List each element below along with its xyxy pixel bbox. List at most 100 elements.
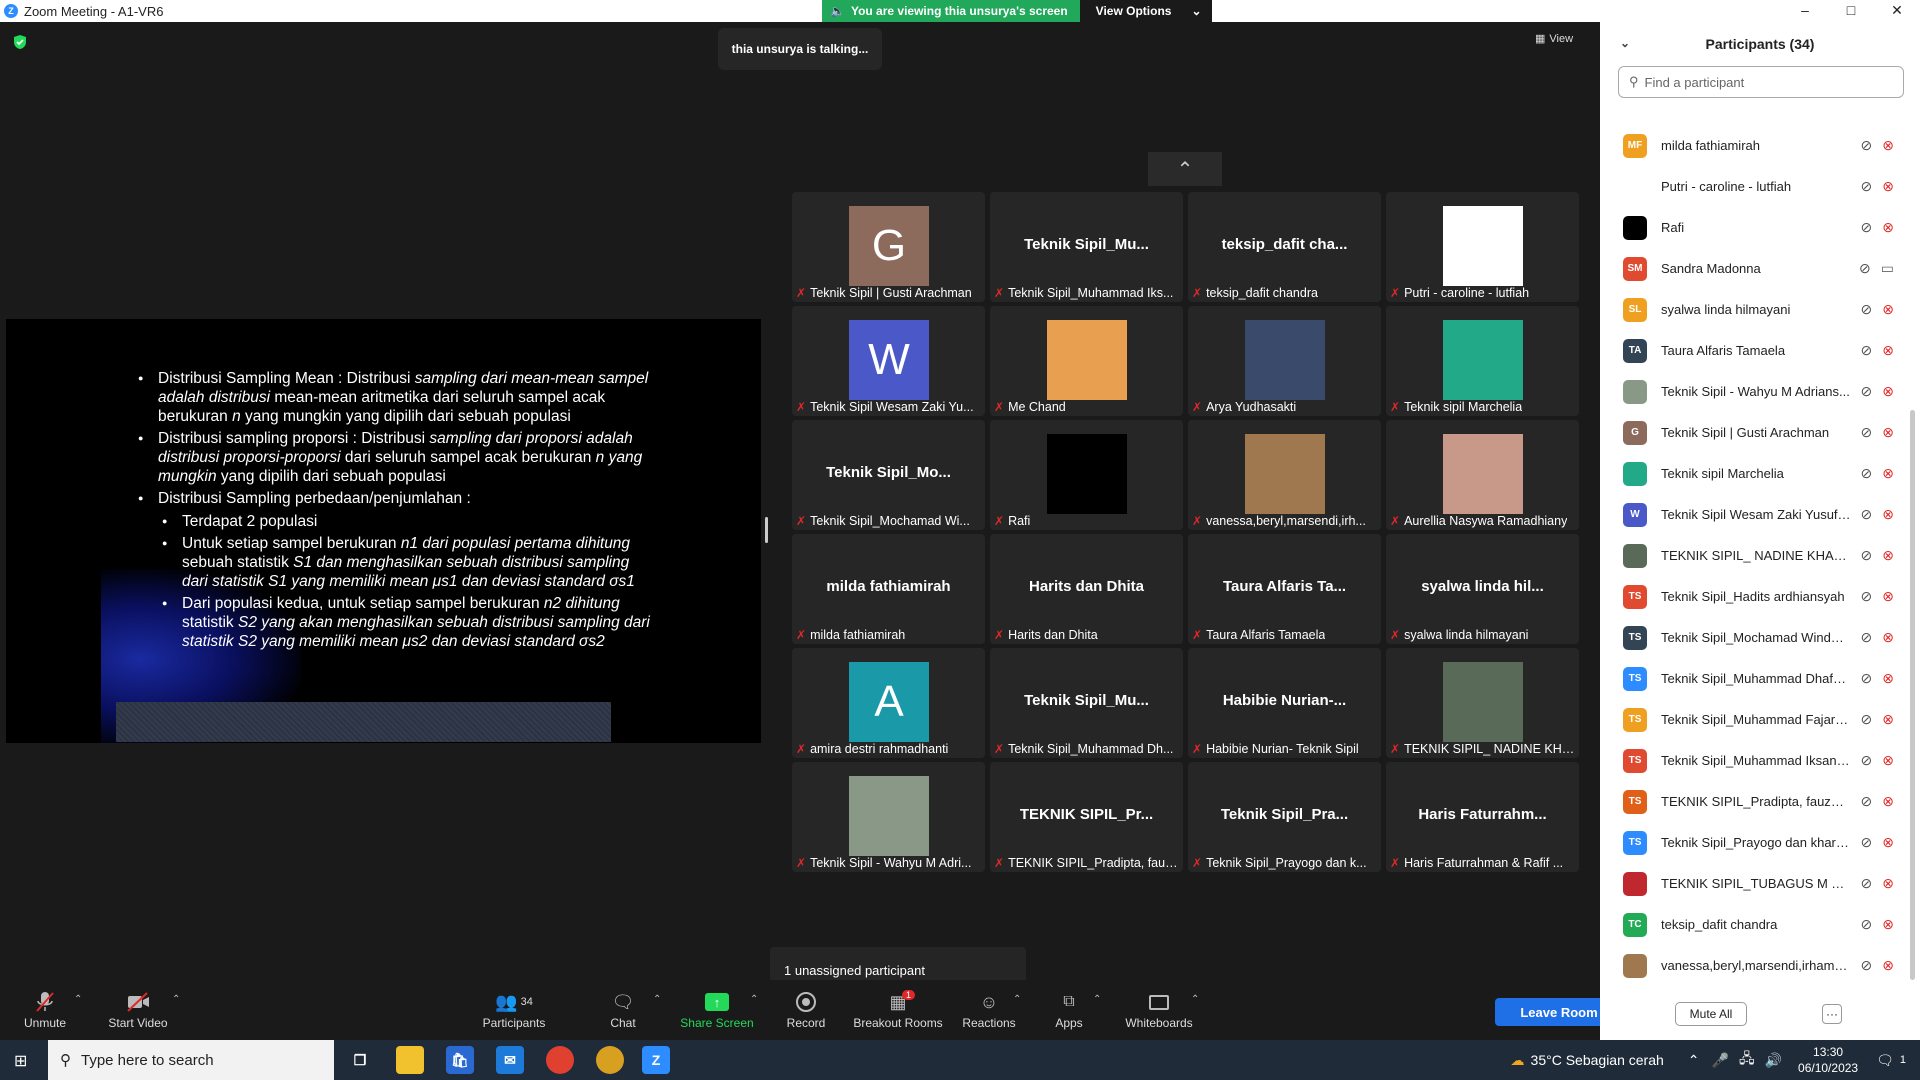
chrome-icon[interactable]: [546, 1046, 574, 1074]
video-tile[interactable]: ✗ Aurellia Nasywa Ramadhiany: [1386, 420, 1579, 530]
more-options-button[interactable]: ···: [1822, 1004, 1842, 1024]
file-explorer-icon[interactable]: [396, 1046, 424, 1074]
minimize-button[interactable]: –: [1782, 0, 1828, 22]
start-video-button[interactable]: Start Video: [106, 990, 170, 1030]
unmute-button[interactable]: Unmute: [22, 990, 68, 1030]
participants-button[interactable]: 👥 34 Participants: [478, 990, 550, 1031]
notification-icon[interactable]: 🗨: [1876, 1052, 1894, 1069]
participant-row[interactable]: TS TEKNIK SIPIL_Pradipta, fauzan, ... ⊘ ⊗: [1600, 781, 1906, 822]
video-off-icon: ⊗: [1882, 670, 1894, 686]
show-hidden-icons-icon[interactable]: ⌃: [1688, 1052, 1700, 1069]
participant-row[interactable]: Putri - caroline - lutfiah ⊘ ⊗: [1600, 166, 1906, 207]
video-tile[interactable]: TEKNIK SIPIL_Pr... ✗ TEKNIK SIPIL_Pradipta…: [990, 762, 1183, 872]
video-tile[interactable]: ✗ Teknik Sipil - Wahyu M Adri...: [792, 762, 985, 872]
participant-search-input[interactable]: ⚲ Find a participant: [1618, 66, 1904, 98]
video-tile[interactable]: A ✗ amira destri rahmadhanti: [792, 648, 985, 758]
video-tile[interactable]: Habibie Nurian-... ✗ Habibie Nurian- Tekni…: [1188, 648, 1381, 758]
participant-row[interactable]: TS Teknik Sipil_Muhammad Fajar_FT ⊘ ⊗: [1600, 699, 1906, 740]
participant-row[interactable]: SL syalwa linda hilmayani ⊘ ⊗: [1600, 289, 1906, 330]
participant-status-icons: ⊘ ⊗: [1861, 834, 1894, 851]
view-options-button[interactable]: View Options ⌄: [1079, 0, 1212, 22]
participant-row[interactable]: Teknik sipil Marchelia ⊘ ⊗: [1600, 453, 1906, 494]
video-tile[interactable]: ✗ Me Chand: [990, 306, 1183, 416]
store-icon[interactable]: 🛍: [446, 1046, 474, 1074]
muted-mic-icon: ⊘: [1860, 629, 1873, 645]
video-tile[interactable]: Teknik Sipil_Mu... ✗ Teknik Sipil_Muhammad…: [990, 648, 1183, 758]
weather-text[interactable]: 35°C Sebagian cerah: [1531, 1052, 1664, 1068]
chat-button[interactable]: 🗨 Chat: [605, 990, 641, 1031]
participant-row[interactable]: vanessa,beryl,marsendi,irham,jati ⊘ ⊗: [1600, 945, 1906, 986]
participant-row[interactable]: TS Teknik Sipil_Muhammad Iksan ... ⊘ ⊗: [1600, 740, 1906, 781]
video-tile[interactable]: ✗ Teknik sipil Marchelia: [1386, 306, 1579, 416]
windows-start-icon[interactable]: ⊞: [14, 1051, 27, 1071]
participant-row[interactable]: SM Sandra Madonna ⊘ ▭: [1600, 248, 1906, 289]
video-tile[interactable]: ✗ Arya Yudhasakti: [1188, 306, 1381, 416]
apps-options-caret[interactable]: ⌃: [1093, 994, 1101, 1005]
participant-row[interactable]: TS Teknik Sipil_Mochamad Windu ... ⊘ ⊗: [1600, 617, 1906, 658]
zoom-taskbar-icon[interactable]: Z: [642, 1046, 670, 1074]
split-view-handle[interactable]: [765, 517, 768, 543]
participant-row[interactable]: Rafi ⊘ ⊗: [1600, 207, 1906, 248]
audio-options-caret[interactable]: ⌃: [74, 994, 82, 1005]
mute-all-button[interactable]: Mute All: [1675, 1002, 1747, 1026]
participant-name: TEKNIK SIPIL_ NADINE KHANSA: [1661, 548, 1851, 563]
video-tile[interactable]: ✗ vanessa,beryl,marsendi,irh...: [1188, 420, 1381, 530]
participant-list-scrollbar[interactable]: [1910, 410, 1915, 980]
reactions-options-caret[interactable]: ⌃: [1013, 994, 1021, 1005]
video-tile[interactable]: ✗ TEKNIK SIPIL_ NADINE KHA...: [1386, 648, 1579, 758]
volume-icon[interactable]: 🔊: [1765, 1052, 1782, 1069]
whiteboards-options-caret[interactable]: ⌃: [1191, 994, 1199, 1005]
network-icon[interactable]: 🖧: [1739, 1048, 1755, 1072]
share-screen-button[interactable]: ↑ Share Screen: [680, 990, 754, 1030]
participant-row[interactable]: TA Taura Alfaris Tamaela ⊘ ⊗: [1600, 330, 1906, 371]
video-tile[interactable]: Haris Faturrahm... ✗ Haris Faturrahman & R…: [1386, 762, 1579, 872]
video-tile[interactable]: G ✗ Teknik Sipil | Gusti Arachman: [792, 192, 985, 302]
encryption-shield-icon[interactable]: [12, 34, 28, 50]
video-tile[interactable]: ✗ Rafi: [990, 420, 1183, 530]
video-tile[interactable]: milda fathiamirah ✗ milda fathiamirah: [792, 534, 985, 644]
view-label: View: [1549, 32, 1574, 45]
apps-button[interactable]: ⧉ Apps: [1054, 990, 1084, 1030]
share-options-caret[interactable]: ⌃: [750, 994, 758, 1005]
participant-row[interactable]: G Teknik Sipil | Gusti Arachman ⊘ ⊗: [1600, 412, 1906, 453]
mail-icon[interactable]: ✉: [496, 1046, 524, 1074]
participant-row[interactable]: TEKNIK SIPIL_ NADINE KHANSA ⊘ ⊗: [1600, 535, 1906, 576]
video-tile[interactable]: teksip_dafit cha... ✗ teksip_dafit chandra: [1188, 192, 1381, 302]
video-tile[interactable]: Teknik Sipil_Pra... ✗ Teknik Sipil_Prayogo…: [1188, 762, 1381, 872]
breakout-rooms-button[interactable]: ▦ 1 Breakout Rooms: [852, 990, 944, 1030]
participant-row[interactable]: TS Teknik Sipil_Muhammad Dhafa ... ⊘ ⊗: [1600, 658, 1906, 699]
participant-row[interactable]: Teknik Sipil - Wahyu M Adrians... ⊘ ⊗: [1600, 371, 1906, 412]
participant-row[interactable]: W Teknik Sipil Wesam Zaki Yusuf S... ⊘ ⊗: [1600, 494, 1906, 535]
chat-options-caret[interactable]: ⌃: [653, 994, 661, 1005]
gallery-page-up-button[interactable]: ⌃: [1148, 152, 1222, 186]
video-tile[interactable]: ✗ Putri - caroline - lutfiah: [1386, 192, 1579, 302]
video-tile[interactable]: Teknik Sipil_Mo... ✗ Teknik Sipil_Mochamad…: [792, 420, 985, 530]
participant-list[interactable]: MF milda fathiamirah ⊘ ⊗ Putri - caroline - …: [1600, 125, 1906, 1005]
collapse-panel-icon[interactable]: ⌄: [1620, 36, 1630, 50]
taskbar-search-input[interactable]: ⚲ Type here to search: [48, 1040, 334, 1080]
maximize-button[interactable]: □: [1828, 0, 1874, 22]
video-tile[interactable]: Harits dan Dhita ✗ Harits dan Dhita: [990, 534, 1183, 644]
video-tile[interactable]: Teknik Sipil_Mu... ✗ Teknik Sipil_Muhammad…: [990, 192, 1183, 302]
reactions-button[interactable]: ☺ Reactions: [962, 990, 1016, 1031]
chrome-profile-icon[interactable]: [596, 1046, 624, 1074]
participant-row[interactable]: TC teksip_dafit chandra ⊘ ⊗: [1600, 904, 1906, 945]
clock[interactable]: 13:30 06/10/2023: [1798, 1044, 1858, 1076]
participant-avatar: TC: [1623, 912, 1647, 937]
view-button[interactable]: ▦ View: [1535, 32, 1574, 46]
video-options-caret[interactable]: ⌃: [172, 994, 180, 1005]
participant-row[interactable]: TS Teknik Sipil_Hadits ardhiansyah ⊘ ⊗: [1600, 576, 1906, 617]
task-view-icon[interactable]: ❐: [346, 1046, 374, 1074]
participant-row[interactable]: MF milda fathiamirah ⊘ ⊗: [1600, 125, 1906, 166]
video-tile[interactable]: Taura Alfaris Ta... ✗ Taura Alfaris Tamael…: [1188, 534, 1381, 644]
participant-status-icons: ⊘ ⊗: [1861, 219, 1894, 236]
close-button[interactable]: ✕: [1874, 0, 1920, 22]
microphone-icon[interactable]: 🎤: [1712, 1052, 1729, 1069]
record-button[interactable]: Record: [786, 990, 826, 1030]
video-tile[interactable]: syalwa linda hil... ✗ syalwa linda hilmaya…: [1386, 534, 1579, 644]
participant-row[interactable]: TEKNIK SIPIL_TUBAGUS M YUS... ⊘ ⊗: [1600, 863, 1906, 904]
whiteboards-button[interactable]: Whiteboards: [1124, 990, 1194, 1030]
participant-avatar: SL: [1623, 297, 1647, 322]
participant-row[interactable]: TS Teknik Sipil_Prayogo dan kharis... ⊘ ⊗: [1600, 822, 1906, 863]
video-tile[interactable]: W ✗ Teknik Sipil Wesam Zaki Yu...: [792, 306, 985, 416]
